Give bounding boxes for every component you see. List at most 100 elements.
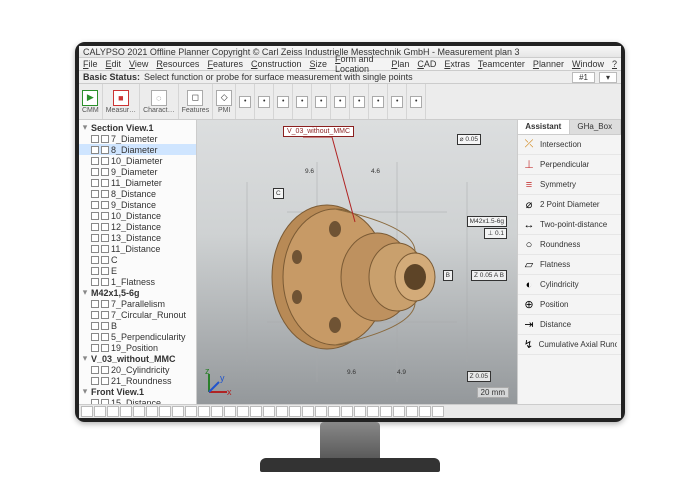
checkbox-icon[interactable] [101,190,109,198]
menu-item-extras[interactable]: Extras [444,59,470,69]
checkbox-icon[interactable] [101,245,109,253]
dock-item-roundness[interactable]: ○Roundness [518,235,621,255]
checkbox-icon[interactable] [91,157,99,165]
bottom-tool-21[interactable] [354,406,366,417]
checkbox-icon[interactable] [101,311,109,319]
menu-item-cad[interactable]: CAD [417,59,436,69]
checkbox-icon[interactable] [91,201,99,209]
tree-item[interactable]: 5_Perpendicularity [79,331,196,342]
checkbox-icon[interactable] [101,322,109,330]
tree-item[interactable]: 7_Diameter [79,133,196,144]
tree-item[interactable]: 7_Parallelism [79,298,196,309]
menu-item-plan[interactable]: Plan [391,59,409,69]
3d-viewport[interactable]: V_03_without_MMC ⌀ 0.05 9.6 4.6 C M42x1.… [197,120,517,404]
gdt-datum-c[interactable]: C [273,188,284,199]
bottom-tool-7[interactable] [172,406,184,417]
bottom-tool-12[interactable] [237,406,249,417]
checkbox-icon[interactable] [91,322,99,330]
dock-item-cumulativeaxialrunout[interactable]: ↯Cumulative Axial Runout [518,335,621,355]
tree-item[interactable]: 9_Distance [79,199,196,210]
gdt-zone[interactable]: Z 0.05 A B [471,270,507,281]
dock-item-perpendicular[interactable]: ⊥Perpendicular [518,155,621,175]
tree-item[interactable]: 8_Distance [79,188,196,199]
dimension-2[interactable]: 4.6 [371,168,380,175]
dock-item-symmetry[interactable]: ≡Symmetry [518,175,621,195]
dock-item-twopointdistance[interactable]: ↔Two-point-distance [518,215,621,235]
ribbon-small-7[interactable]: • [369,84,388,119]
gdt-datum-b[interactable]: B [443,270,453,281]
checkbox-icon[interactable] [101,278,109,286]
bottom-tool-6[interactable] [159,406,171,417]
bottom-tool-2[interactable] [107,406,119,417]
ribbon-cmm[interactable]: ▶CMM [79,84,103,119]
checkbox-icon[interactable] [91,267,99,275]
bottom-tool-20[interactable] [341,406,353,417]
bottom-tool-8[interactable] [185,406,197,417]
ribbon-pmi[interactable]: ◇PMI [213,84,236,119]
bottom-tool-24[interactable] [393,406,405,417]
bottom-tool-17[interactable] [302,406,314,417]
tree-item[interactable]: 10_Diameter [79,155,196,166]
bottom-tool-14[interactable] [263,406,275,417]
dock-item-distance[interactable]: ⇥Distance [518,315,621,335]
expand-icon[interactable]: ▾ [81,287,89,298]
dock-tab-assistant[interactable]: Assistant [518,120,570,134]
bottom-tool-0[interactable] [81,406,93,417]
menu-item-resources[interactable]: Resources [156,59,199,69]
checkbox-icon[interactable] [91,190,99,198]
tree-group[interactable]: ▾Section View.1 [79,122,196,133]
checkbox-icon[interactable] [91,179,99,187]
tree-item[interactable]: 15_Distance [79,397,196,404]
bottom-tool-26[interactable] [419,406,431,417]
ribbon-small-8[interactable]: • [388,84,407,119]
bottom-tool-13[interactable] [250,406,262,417]
checkbox-icon[interactable] [91,146,99,154]
checkbox-icon[interactable] [91,377,99,385]
gdt-thread[interactable]: M42x1.5-6g [467,216,507,227]
bottom-tool-27[interactable] [432,406,444,417]
expand-icon[interactable]: ▾ [81,386,89,397]
dimension-1[interactable]: 9.6 [305,168,314,175]
menu-item-planner[interactable]: Planner [533,59,564,69]
menu-item-construction[interactable]: Construction [251,59,302,69]
ribbon-small-5[interactable]: • [331,84,350,119]
checkbox-icon[interactable] [101,223,109,231]
tree-item[interactable]: E [79,265,196,276]
tree-item[interactable]: 12_Distance [79,221,196,232]
tree-item[interactable]: 11_Diameter [79,177,196,188]
bottom-tool-5[interactable] [146,406,158,417]
expand-icon[interactable]: ▾ [81,122,89,133]
checkbox-icon[interactable] [101,344,109,352]
ribbon-small-4[interactable]: • [312,84,331,119]
ribbon-measur[interactable]: ■Measur… [103,84,140,119]
menu-item-edit[interactable]: Edit [106,59,122,69]
ribbon-small-0[interactable]: • [236,84,255,119]
menu-item-view[interactable]: View [129,59,148,69]
ribbon-charact[interactable]: ◌Charact… [140,84,179,119]
checkbox-icon[interactable] [91,245,99,253]
menu-item-file[interactable]: File [83,59,98,69]
gdt-perp[interactable]: ⊥ 0.1 [484,228,507,239]
status-step-down[interactable]: ▾ [599,72,617,83]
tree-item[interactable]: 11_Distance [79,243,196,254]
tree-item[interactable]: 1_Flatness [79,276,196,287]
checkbox-icon[interactable] [101,179,109,187]
checkbox-icon[interactable] [101,366,109,374]
checkbox-icon[interactable] [91,212,99,220]
dock-item-flatness[interactable]: ▱Flatness [518,255,621,275]
bottom-tool-25[interactable] [406,406,418,417]
tree-item[interactable]: 21_Roundness [79,375,196,386]
dock-item-position[interactable]: ⊕Position [518,295,621,315]
bottom-tool-10[interactable] [211,406,223,417]
checkbox-icon[interactable] [101,234,109,242]
tree-item[interactable]: 10_Distance [79,210,196,221]
ribbon-small-1[interactable]: • [255,84,274,119]
checkbox-icon[interactable] [101,212,109,220]
checkbox-icon[interactable] [101,267,109,275]
bottom-tool-19[interactable] [328,406,340,417]
tree-group[interactable]: ▾M42x1,5-6g [79,287,196,298]
callout-label[interactable]: V_03_without_MMC [283,126,354,137]
checkbox-icon[interactable] [101,256,109,264]
checkbox-icon[interactable] [91,344,99,352]
bottom-tool-1[interactable] [94,406,106,417]
